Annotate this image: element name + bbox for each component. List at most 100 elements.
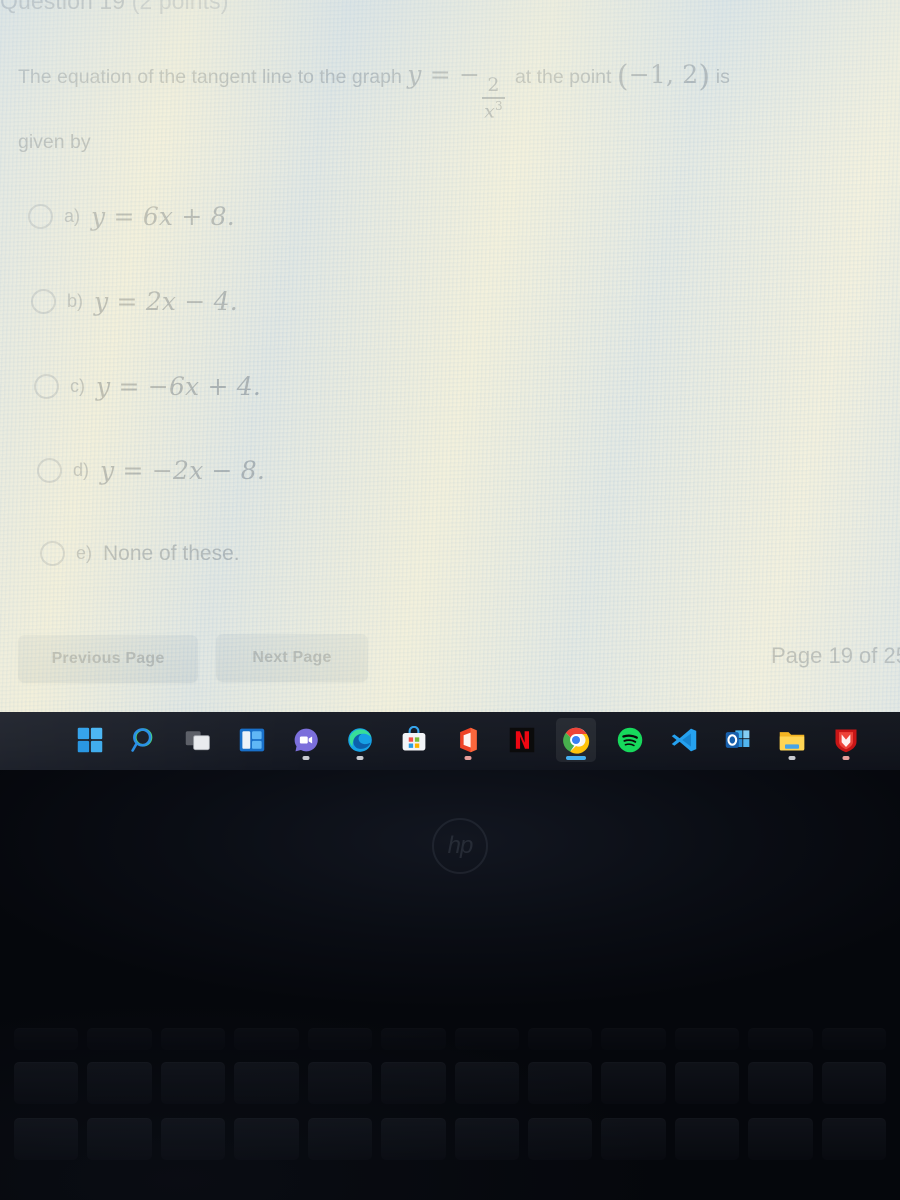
formula-equals: = <box>429 60 451 89</box>
keyboard-key <box>454 1062 519 1104</box>
radio-button-d[interactable] <box>37 458 62 483</box>
fraction-numerator: 2 <box>487 73 500 96</box>
taskbar-item-netflix[interactable] <box>502 718 542 762</box>
option-c-letter: c) <box>70 376 85 396</box>
laptop-photo: Question 19 (2 points) The equation of t… <box>0 0 900 1200</box>
prompt-point: (−1, 2) <box>617 60 710 92</box>
taskbar-item-office[interactable] <box>448 718 488 762</box>
option-e[interactable]: e) None of these. <box>40 541 240 566</box>
radio-button-b[interactable] <box>31 289 56 314</box>
microsoft-store-icon <box>402 726 426 751</box>
keyboard-key <box>160 1062 226 1104</box>
option-b-letter: b) <box>67 291 84 311</box>
keyboard-key <box>601 1118 666 1160</box>
point-paren-open: ( <box>616 59 629 94</box>
keyboard-key <box>14 1062 79 1104</box>
taskbar-item-outlook[interactable] <box>718 718 758 762</box>
running-indicator-chat <box>302 756 310 760</box>
running-indicator-file-explorer <box>788 756 796 760</box>
keyboard-key <box>234 1118 299 1160</box>
prompt-formula: y = −2 x3 <box>407 60 515 121</box>
taskbar-item-widgets[interactable] <box>232 718 272 762</box>
taskbar-item-task-view[interactable] <box>178 718 218 762</box>
laptop-screen: Question 19 (2 points) The equation of t… <box>0 0 900 712</box>
taskbar-item-mcafee[interactable] <box>826 718 866 762</box>
option-b[interactable]: b) y = 2x − 4. <box>31 287 238 316</box>
radio-button-c[interactable] <box>34 374 59 399</box>
running-indicator-mcafee <box>842 756 850 760</box>
quiz-page: Question 19 (2 points) The equation of t… <box>0 0 900 712</box>
keyboard-key <box>454 1118 519 1160</box>
task-view-icon <box>185 731 210 751</box>
keyboard-key <box>234 1062 299 1104</box>
netflix-icon <box>509 727 535 753</box>
keyboard-key <box>307 1028 373 1050</box>
question-header: Question 19 (2 points) <box>0 0 420 15</box>
radio-button-a[interactable] <box>28 204 53 229</box>
spotify-icon <box>617 727 643 753</box>
next-page-button[interactable]: Next Page <box>216 634 368 682</box>
chrome-icon <box>563 727 590 754</box>
option-b-expression: y = 2x − 4. <box>94 287 238 316</box>
keyboard-key <box>674 1028 740 1050</box>
keyboard-key <box>234 1028 299 1050</box>
taskbar-item-file-explorer[interactable] <box>772 718 812 762</box>
keyboard-key <box>821 1062 887 1104</box>
option-d-expression: y = −2x − 8. <box>100 456 266 485</box>
option-c[interactable]: c) y = −6x + 4. <box>34 372 261 401</box>
question-number: Question 19 <box>0 0 126 14</box>
file-explorer-icon <box>779 732 805 751</box>
option-a-expression: y = 6x + 8. <box>91 202 235 231</box>
keyboard-key <box>601 1062 666 1104</box>
option-d[interactable]: d) y = −2x − 8. <box>37 456 265 485</box>
keyboard-key <box>821 1028 887 1050</box>
keyboard-key <box>748 1118 813 1160</box>
keyboard-key <box>87 1062 152 1104</box>
fraction-denominator: x3 <box>484 98 503 123</box>
keyboard-key <box>821 1118 887 1160</box>
keyboard-key <box>454 1028 519 1050</box>
taskbar-item-spotify[interactable] <box>610 718 650 762</box>
outlook-icon <box>725 730 750 748</box>
prompt-text-2: at the point <box>514 66 612 88</box>
taskbar-item-edge[interactable] <box>340 718 380 762</box>
page-indicator: Page 19 of 25 <box>770 643 900 668</box>
option-a[interactable]: a) y = 6x + 8. <box>28 202 235 231</box>
keyboard-key <box>601 1028 666 1050</box>
keyboard-key <box>307 1118 373 1160</box>
taskbar-item-start[interactable] <box>70 718 110 762</box>
keyboard-key <box>748 1062 813 1104</box>
taskbar-item-chat[interactable] <box>286 718 326 762</box>
keyboard-key <box>381 1118 446 1160</box>
prompt-line-2: given by <box>18 130 91 153</box>
formula-y: y <box>407 60 422 89</box>
option-c-expression: y = −6x + 4. <box>96 372 262 401</box>
option-a-letter: a) <box>64 206 81 226</box>
point-paren-close: ) <box>698 59 711 94</box>
start-icon <box>77 727 103 753</box>
formula-fraction: 2 x3 <box>482 73 505 123</box>
keyboard-key <box>748 1028 813 1050</box>
taskbar-item-chrome[interactable] <box>556 718 596 762</box>
radio-button-e[interactable] <box>40 541 65 566</box>
keyboard-key <box>14 1118 79 1160</box>
prompt-text-3: is <box>715 66 730 88</box>
question-points: (2 points) <box>131 0 229 14</box>
prompt-text-1: The equation of the tangent line to the … <box>18 66 402 88</box>
running-indicator-office <box>464 756 472 760</box>
taskbar-item-search[interactable] <box>124 718 164 762</box>
option-e-letter: e) <box>76 543 93 563</box>
teams-chat-icon <box>294 728 318 752</box>
office-icon <box>460 727 477 753</box>
previous-page-button[interactable]: Previous Page <box>18 635 198 683</box>
formula-minus-sign: − <box>459 60 481 89</box>
taskbar-item-vscode[interactable] <box>664 718 704 762</box>
keyboard-letter-row <box>0 1118 900 1160</box>
denominator-exponent: 3 <box>495 98 503 113</box>
windows-taskbar <box>0 712 900 770</box>
keyboard-key <box>307 1062 373 1104</box>
hp-logo: hp <box>432 818 488 874</box>
keyboard-key <box>381 1062 446 1104</box>
taskbar-item-microsoft-store[interactable] <box>394 718 434 762</box>
laptop-body: hp <box>0 770 900 1200</box>
